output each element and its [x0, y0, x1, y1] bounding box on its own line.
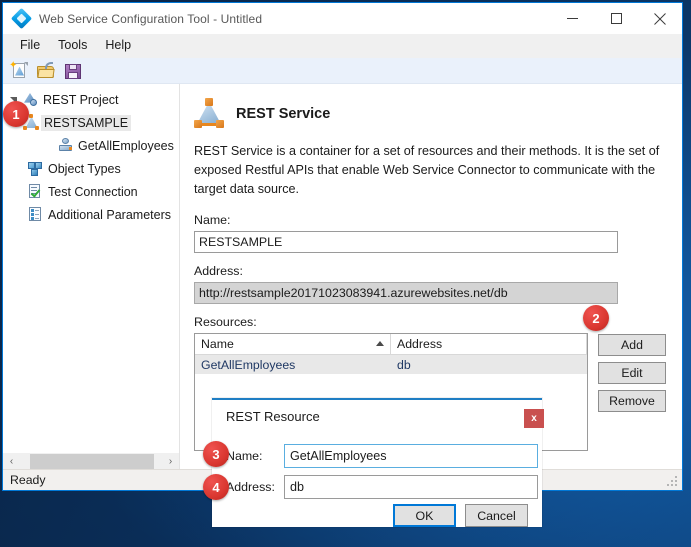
scroll-right-icon[interactable]: › — [162, 453, 179, 470]
annotation-badge-2: 2 — [583, 305, 609, 331]
column-header-label: Name — [201, 337, 234, 351]
dialog-address-label: Address: — [226, 480, 275, 494]
menu-bar: File Tools Help — [3, 34, 682, 58]
menu-item-help[interactable]: Help — [96, 35, 140, 56]
resources-button-group: Add Edit Remove — [598, 333, 666, 412]
address-label: Address: — [194, 264, 243, 278]
tree-item-label: RESTSAMPLE — [41, 114, 132, 131]
tree-item-label: GetAllEmployees — [78, 138, 174, 153]
scrollbar-track[interactable] — [20, 453, 162, 470]
project-tree[interactable]: REST Project RESTSAMPLE GetAllEmployees … — [3, 84, 179, 452]
dialog-address-input[interactable]: db — [284, 475, 538, 499]
column-header-label: Address — [397, 337, 443, 351]
edit-button[interactable]: Edit — [598, 362, 666, 384]
sort-ascending-icon — [376, 341, 384, 346]
dialog-address-row: Address: db — [226, 475, 538, 499]
table-row[interactable]: GetAllEmployees db — [195, 355, 587, 374]
service-address-input: http://restsample20171023083941.azureweb… — [194, 282, 618, 304]
app-diamond-icon — [10, 7, 33, 30]
window-controls — [550, 3, 682, 34]
ok-button[interactable]: OK — [393, 504, 456, 527]
minimize-icon[interactable] — [550, 3, 594, 34]
tree-item-label: Additional Parameters — [48, 207, 171, 222]
dialog-name-label: Name: — [226, 449, 263, 463]
detail-header: REST Service — [194, 98, 666, 130]
dialog-name-input[interactable]: GetAllEmployees — [284, 444, 538, 468]
test-connection-icon — [27, 183, 44, 200]
new-project-icon[interactable]: ✦ — [9, 60, 29, 81]
scrollbar-thumb[interactable] — [30, 453, 154, 469]
annotation-badge-1: 1 — [3, 101, 29, 127]
name-label: Name: — [194, 213, 231, 227]
tree-item-rest-project[interactable]: REST Project — [3, 88, 179, 111]
cell-name: GetAllEmployees — [201, 357, 296, 372]
tool-bar: ✦ — [3, 58, 682, 84]
rest-resource-dialog: REST Resource x Name: GetAllEmployees Ad… — [212, 398, 544, 527]
tree-item-label: Object Types — [48, 161, 121, 176]
table-header-row: Name Address — [195, 334, 587, 355]
cancel-button[interactable]: Cancel — [465, 504, 528, 527]
rest-service-large-icon — [194, 98, 226, 130]
cell-address: db — [397, 357, 411, 372]
title-bar[interactable]: Web Service Configuration Tool - Untitle… — [3, 3, 682, 34]
menu-item-tools[interactable]: Tools — [49, 35, 96, 56]
tree-item-getallemployees[interactable]: GetAllEmployees — [3, 134, 179, 157]
detail-description: REST Service is a container for a set of… — [194, 144, 660, 196]
tree-item-object-types[interactable]: Object Types — [3, 157, 179, 180]
dialog-button-group: OK Cancel — [393, 504, 528, 527]
service-name-input[interactable]: RESTSAMPLE — [194, 231, 618, 253]
annotation-badge-3: 3 — [203, 441, 229, 467]
tree-item-additional-parameters[interactable]: Additional Parameters — [3, 203, 179, 226]
column-header-name[interactable]: Name — [195, 334, 391, 354]
dialog-close-icon[interactable]: x — [524, 409, 544, 428]
tree-item-label: Test Connection — [48, 184, 138, 199]
remove-button[interactable]: Remove — [598, 390, 666, 412]
page-title: REST Service — [236, 106, 331, 122]
dialog-name-row: Name: GetAllEmployees — [226, 444, 538, 468]
column-header-address[interactable]: Address — [391, 334, 587, 354]
tree-horizontal-scrollbar[interactable]: ‹ › — [3, 452, 179, 469]
object-types-icon — [27, 160, 44, 177]
save-project-icon[interactable] — [63, 61, 83, 81]
scroll-left-icon[interactable]: ‹ — [3, 453, 20, 470]
menu-item-file[interactable]: File — [11, 35, 49, 56]
open-project-icon[interactable] — [36, 61, 56, 81]
add-button[interactable]: Add — [598, 334, 666, 356]
tree-item-label: REST Project — [43, 92, 119, 107]
rest-resource-icon — [57, 137, 74, 154]
resize-grip-icon[interactable] — [667, 476, 679, 488]
sidebar-tree-panel: REST Project RESTSAMPLE GetAllEmployees … — [3, 84, 180, 469]
status-text: Ready — [10, 473, 46, 487]
annotation-badge-4: 4 — [203, 474, 229, 500]
window-title: Web Service Configuration Tool - Untitle… — [39, 11, 263, 26]
close-icon[interactable] — [638, 3, 682, 34]
maximize-icon[interactable] — [594, 3, 638, 34]
additional-parameters-icon — [27, 206, 44, 223]
dialog-title: REST Resource — [226, 409, 320, 424]
tree-item-restsample[interactable]: RESTSAMPLE — [3, 111, 179, 134]
tree-item-test-connection[interactable]: Test Connection — [3, 180, 179, 203]
